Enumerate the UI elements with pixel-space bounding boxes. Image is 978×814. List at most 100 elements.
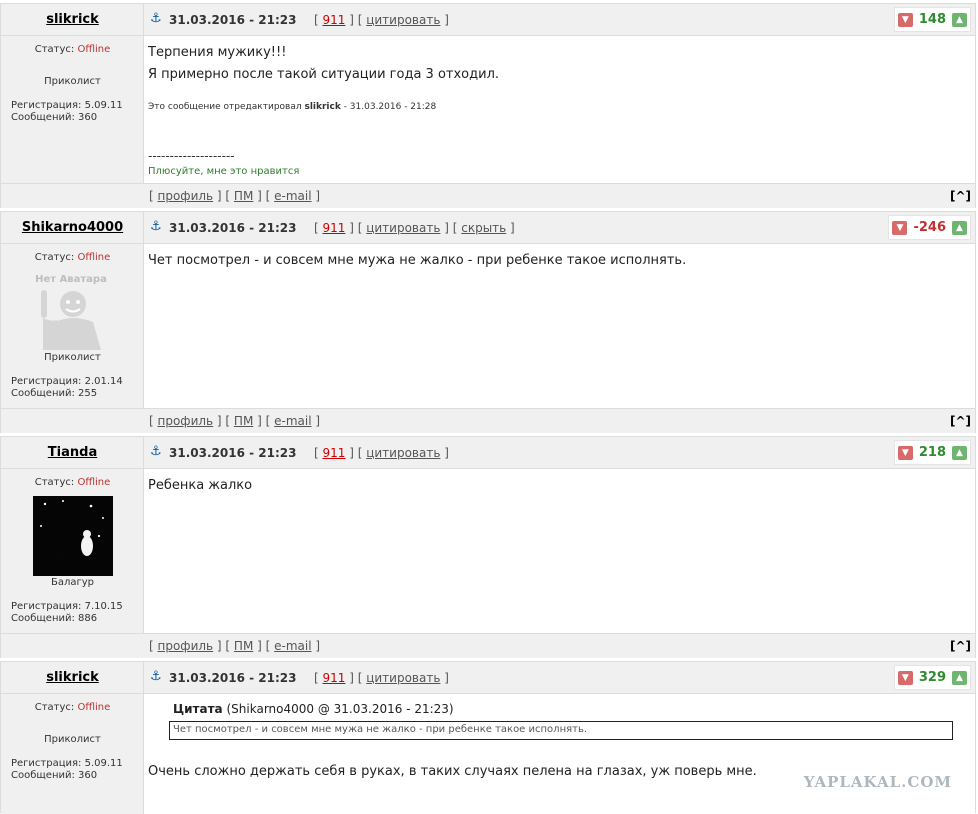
post-header: slikrick ⚓ 31.03.2016 - 21:23 [ 911 ] [ … bbox=[1, 4, 975, 36]
anchor-icon[interactable]: ⚓ bbox=[150, 11, 162, 26]
username-link[interactable]: Shikarno4000 bbox=[1, 220, 144, 235]
post-2: Shikarno4000 ⚓ 31.03.2016 - 21:23 [ 911 … bbox=[0, 211, 976, 433]
pm-link[interactable]: ПМ bbox=[234, 414, 253, 428]
post-footer: [ профиль ] [ ПМ ] [ e-mail ] [^] bbox=[1, 183, 975, 208]
anchor-icon[interactable]: ⚓ bbox=[150, 669, 162, 684]
post-date: 31.03.2016 - 21:23 bbox=[169, 13, 297, 27]
user-sidebar: Статус: Offline Нет Аватара Приколист Ре… bbox=[1, 244, 144, 408]
post-links: [ 911 ] [ цитировать ] [ скрыть ] bbox=[314, 221, 515, 235]
user-rank: Балагур bbox=[50, 577, 95, 588]
user-stats: Регистрация: 7.10.15 Сообщений: 886 bbox=[11, 601, 123, 624]
user-status: Статус: Offline bbox=[34, 44, 111, 55]
post-links: [ 911 ] [ цитировать ] bbox=[314, 446, 449, 460]
post-body: Цитата (Shikarno4000 @ 31.03.2016 - 21:2… bbox=[144, 694, 975, 814]
user-sidebar: Статус: Offline Приколист Регистрация: 5… bbox=[1, 36, 144, 183]
registration-date: 5.09.11 bbox=[84, 100, 123, 111]
footer-links: [ профиль ] [ ПМ ] [ e-mail ] bbox=[149, 639, 321, 653]
user-rank: Приколист bbox=[44, 352, 101, 363]
post-header: Shikarno4000 ⚓ 31.03.2016 - 21:23 [ 911 … bbox=[1, 212, 975, 244]
quote-link[interactable]: цитировать bbox=[366, 446, 440, 460]
post-header: Tianda ⚓ 31.03.2016 - 21:23 [ 911 ] [ ци… bbox=[1, 437, 975, 469]
quote-block: Чет посмотрел - и совсем мне мужа не жал… bbox=[169, 721, 953, 740]
moon-avatar-image bbox=[33, 496, 113, 576]
quote-link[interactable]: цитировать bbox=[366, 13, 440, 27]
rating-box: ▼ 329 ▲ bbox=[893, 665, 971, 690]
edited-note: Это сообщение отредактировал slikrick - … bbox=[148, 102, 437, 112]
to-top-link[interactable]: [^] bbox=[950, 189, 971, 203]
profile-link[interactable]: профиль bbox=[158, 414, 214, 428]
svg-text:Нет Аватара: Нет Аватара bbox=[35, 274, 107, 285]
thumbs-down-icon[interactable]: ▼ bbox=[897, 12, 913, 27]
user-sidebar: Статус: Offline Приколист Регистрация: 5… bbox=[1, 694, 144, 814]
site-watermark: YAPLAKAL.COM bbox=[803, 773, 952, 791]
pm-link[interactable]: ПМ bbox=[234, 189, 253, 203]
footer-links: [ профиль ] [ ПМ ] [ e-mail ] bbox=[149, 414, 321, 428]
post-text-line: Терпения мужику!!! bbox=[148, 45, 287, 60]
message-count: 360 bbox=[78, 770, 98, 781]
username-link[interactable]: slikrick bbox=[1, 12, 144, 27]
post-body: Чет посмотрел - и совсем мне мужа не жал… bbox=[144, 244, 975, 408]
anchor-icon[interactable]: ⚓ bbox=[150, 219, 162, 234]
post-number-link[interactable]: 911 bbox=[323, 671, 346, 685]
username-link[interactable]: Tianda bbox=[1, 445, 144, 460]
post-footer: [ профиль ] [ ПМ ] [ e-mail ] [^] bbox=[1, 633, 975, 658]
avatar bbox=[33, 496, 113, 576]
post-links: [ 911 ] [ цитировать ] bbox=[314, 13, 449, 27]
post-text-line: Очень сложно держать себя в руках, в так… bbox=[148, 764, 757, 779]
thumbs-up-icon[interactable]: ▲ bbox=[952, 445, 967, 460]
user-sidebar: Статус: Offline Балагур Регистрация: 7.1… bbox=[1, 469, 144, 633]
rating-score: 218 bbox=[918, 445, 946, 460]
quote-link[interactable]: цитировать bbox=[366, 671, 440, 685]
thumbs-down-icon[interactable]: ▼ bbox=[892, 220, 908, 235]
post-text-line: Я примерно после такой ситуации года 3 о… bbox=[148, 67, 500, 82]
user-stats: Регистрация: 2.01.14 Сообщений: 255 bbox=[11, 376, 123, 399]
thumbs-down-icon[interactable]: ▼ bbox=[897, 445, 913, 460]
post-date: 31.03.2016 - 21:23 bbox=[169, 446, 297, 460]
username-link[interactable]: slikrick bbox=[1, 670, 144, 685]
thumbs-up-icon[interactable]: ▲ bbox=[952, 220, 967, 235]
pm-link[interactable]: ПМ bbox=[234, 639, 253, 653]
footer-links: [ профиль ] [ ПМ ] [ e-mail ] bbox=[149, 189, 321, 203]
to-top-link[interactable]: [^] bbox=[950, 639, 971, 653]
post-body: Ребенка жалко bbox=[144, 469, 975, 633]
user-stats: Регистрация: 5.09.11 Сообщений: 360 bbox=[11, 100, 123, 123]
quote-label: Цитата bbox=[173, 702, 223, 716]
post-3: Tianda ⚓ 31.03.2016 - 21:23 [ 911 ] [ ци… bbox=[0, 436, 976, 658]
post-date: 31.03.2016 - 21:23 bbox=[169, 221, 297, 235]
thumbs-down-icon[interactable]: ▼ bbox=[897, 670, 913, 685]
quote-link[interactable]: цитировать bbox=[366, 221, 440, 235]
post-text-line: Ребенка жалко bbox=[148, 478, 253, 493]
edited-by: slikrick bbox=[304, 102, 341, 112]
post-number-link[interactable]: 911 bbox=[323, 13, 346, 27]
post-number-link[interactable]: 911 bbox=[323, 221, 346, 235]
user-stats: Регистрация: 5.09.11 Сообщений: 360 bbox=[11, 758, 123, 781]
hide-link[interactable]: скрыть bbox=[461, 221, 506, 235]
email-link[interactable]: e-mail bbox=[274, 189, 311, 203]
rating-score: 148 bbox=[918, 12, 946, 27]
signature-rule: -------------------- bbox=[148, 149, 235, 163]
message-count: 886 bbox=[78, 613, 98, 624]
to-top-link[interactable]: [^] bbox=[950, 414, 971, 428]
profile-link[interactable]: профиль bbox=[158, 189, 214, 203]
message-count: 255 bbox=[78, 388, 98, 399]
email-link[interactable]: e-mail bbox=[274, 639, 311, 653]
anchor-icon[interactable]: ⚓ bbox=[150, 444, 162, 459]
avatar: Нет Аватара bbox=[31, 270, 111, 350]
profile-link[interactable]: профиль bbox=[158, 639, 214, 653]
user-rank: Приколист bbox=[44, 734, 101, 745]
message-count: 360 bbox=[78, 112, 98, 123]
thumbs-up-icon[interactable]: ▲ bbox=[952, 670, 967, 685]
thumbs-up-icon[interactable]: ▲ bbox=[952, 12, 967, 27]
rating-box: ▼ -246 ▲ bbox=[888, 215, 971, 240]
user-rank: Приколист bbox=[44, 76, 101, 87]
registration-date: 7.10.15 bbox=[84, 601, 123, 612]
post-footer: [ профиль ] [ ПМ ] [ e-mail ] [^] bbox=[1, 408, 975, 433]
registration-date: 2.01.14 bbox=[84, 376, 123, 387]
quote-header: Цитата (Shikarno4000 @ 31.03.2016 - 21:2… bbox=[173, 702, 454, 716]
post-number-link[interactable]: 911 bbox=[323, 446, 346, 460]
email-link[interactable]: e-mail bbox=[274, 414, 311, 428]
rating-box: ▼ 218 ▲ bbox=[893, 440, 971, 465]
post-1: slikrick ⚓ 31.03.2016 - 21:23 [ 911 ] [ … bbox=[0, 3, 976, 208]
user-status: Статус: Offline bbox=[34, 477, 111, 488]
rating-score: -246 bbox=[913, 220, 946, 235]
